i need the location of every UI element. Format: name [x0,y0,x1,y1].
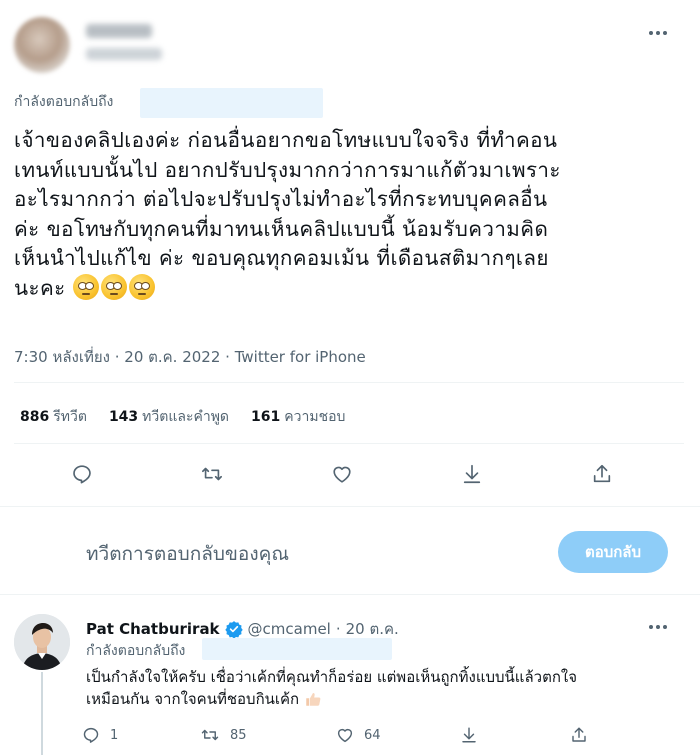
share-down-icon [462,727,476,743]
reply-count: 1 [110,727,119,743]
like-count: 64 [364,727,381,743]
verified-badge-icon [224,620,243,639]
tweet-text-line: นะคะ [14,275,66,300]
reply-reply-action[interactable]: 1 [82,726,200,744]
thumbs-up-emoji-icon [304,690,322,708]
reply-share-down-action[interactable] [460,726,570,744]
tweet-action-bar [66,458,618,490]
retweet-icon [201,729,219,741]
reply-compose-input[interactable]: ทวีตการตอบกลับของคุณ [86,539,289,569]
divider [14,443,684,444]
divider [0,506,700,507]
like-icon[interactable] [326,458,358,490]
rolling-eyes-emoji-icon [128,273,155,300]
reply-author-avatar[interactable] [14,614,70,670]
tweet-stats: 886 รีทวีต 143 ทวีตและคำพูด 161 ความชอบ [20,406,345,428]
rolling-eyes-emoji-icon [100,273,127,300]
divider [0,594,700,595]
tweet-text-line: อะไรมากกว่า ต่อไปจะปรับปรุงไม่ทำอะไรที่ก… [14,187,548,211]
quote-stat[interactable]: 143 ทวีตและคำพูด [109,406,229,428]
rolling-eyes-emoji-icon [72,273,99,300]
replying-to-handle-blurred[interactable] [140,88,323,118]
share-down-icon[interactable] [456,458,488,490]
reply-icon[interactable] [66,458,98,490]
more-options-icon[interactable] [643,617,673,637]
more-options-icon[interactable] [643,23,673,43]
tweet-text: เจ้าของคลิปเองค่ะ ก่อนอื่นอยากขอโทษแบบใจ… [14,126,690,303]
author-name-blurred[interactable] [86,24,152,38]
tweet-text-line: เทนท์แบบนั้นไป อยากปรับปรุงมากกว่าการมาแ… [14,157,561,182]
reply-text-line: เป็นกำลังใจให้ครับ เชื่อว่าเค้กที่คุณทำก… [86,668,578,686]
like-stat[interactable]: 161 ความชอบ [251,406,345,428]
reply-action-bar: 1 85 64 [82,726,588,744]
separator-dot: · [335,620,341,638]
share-up-icon [572,727,586,742]
replying-to-label: กำลังตอบกลับถึง [86,643,186,659]
like-icon [337,728,353,743]
tweet-text-line: เห็นนำไปแก้ไข ค่ะ ขอบคุณทุกคอมเม้น ที่เด… [14,246,549,270]
reply-text-line-last: เหมือนกัน จากใจคนที่ชอบกินเค้ก [86,688,646,710]
reply-like-action[interactable]: 64 [336,726,460,744]
tweet-text-line-last: นะคะ [14,273,690,304]
retweet-count: 85 [230,727,247,743]
reply-retweet-action[interactable]: 85 [200,726,336,744]
share-up-icon[interactable] [586,458,618,490]
replying-to-label: กำลังตอบกลับถึง [14,94,114,110]
replying-to-handle-blurred[interactable] [202,638,392,660]
thread-connector [41,672,43,755]
reply-author-name[interactable]: Pat Chatburirak [86,620,220,638]
reply-tweet-text: เป็นกำลังใจให้ครับ เชื่อว่าเค้กที่คุณทำก… [86,666,646,710]
retweet-icon[interactable] [196,458,228,490]
author-avatar-blurred[interactable] [14,17,70,73]
tweet-text-line: เจ้าของคลิปเองค่ะ ก่อนอื่นอยากขอโทษแบบใจ… [14,128,558,152]
divider [14,382,684,383]
reply-button[interactable]: ตอบกลับ [558,531,668,573]
reply-share-up-action[interactable] [570,726,588,744]
author-handle-blurred [86,48,162,60]
tweet-timestamp[interactable]: 7:30 หลังเที่ยง · 20 ต.ค. 2022 · Twitter… [14,345,366,369]
tweet-text-line: ค่ะ ขอโทษกับทุกคนที่มาทนเห็นคลิปแบบนี้ น… [14,216,549,241]
reply-author-handle[interactable]: @cmcamel [248,620,331,638]
reply-icon [83,727,99,743]
retweet-stat[interactable]: 886 รีทวีต [20,406,87,428]
